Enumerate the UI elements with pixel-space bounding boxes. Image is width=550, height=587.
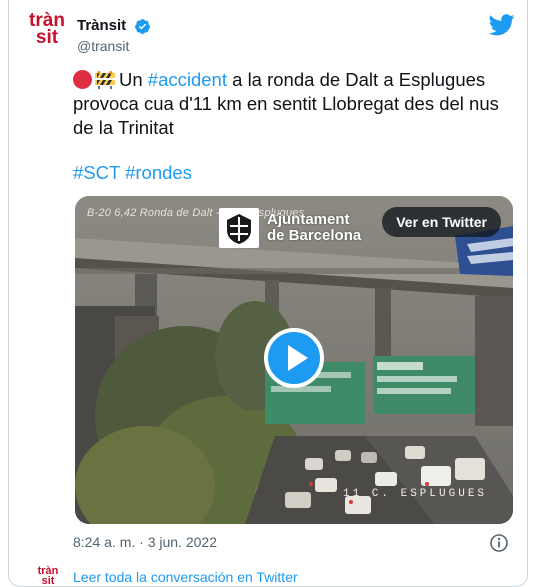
ajuntament-brand: Ajuntament de Barcelona [219,208,361,248]
footer-avatar-line2: sit [41,575,55,587]
verified-badge-icon [134,18,150,34]
red-circle-emoji [73,70,92,89]
tweet-text-pre: Un [119,69,148,90]
ajuntament-line1: Ajuntament [267,211,350,228]
author-block: Trànsit @transit [77,16,151,55]
twitter-bird-icon[interactable] [489,14,515,36]
video-player[interactable]: B-20 6,42 Ronda de Dalt - Ctra. Esplugue… [75,196,513,524]
hashtag-accident-link[interactable]: #accident [148,69,227,90]
hashtag-rondes-link[interactable]: #rondes [125,162,192,183]
camera-footer: 11 C. ESPLUGUES [343,488,488,500]
tweet-card: tràn sit Trànsit @transit Un #accident a… [8,0,528,587]
read-conversation-link[interactable]: Leer toda la conversación en Twitter [73,569,298,585]
display-name[interactable]: Trànsit [77,16,126,36]
play-icon[interactable] [264,328,324,388]
watch-on-twitter-button[interactable]: Ver en Twitter [382,207,501,237]
tweet-timestamp[interactable]: 8:24 a. m. · 3 jun. 2022 [73,534,217,550]
tweet-text: Un #accident a la ronda de Dalt a Esplug… [73,68,523,140]
hashtag-sct-link[interactable]: #SCT [73,162,120,183]
avatar[interactable]: tràn sit [25,11,69,60]
avatar-line2: sit [35,27,59,48]
construction-barrier-emoji [95,71,115,89]
footer-avatar[interactable]: tràn sit [33,566,63,587]
ajuntament-logo-icon [219,208,259,248]
info-icon[interactable] [489,533,509,553]
ajuntament-text: Ajuntament de Barcelona [267,212,361,244]
tweet-header: tràn sit Trànsit @transit [25,11,515,60]
hashtag-line: #SCT #rondes [73,161,192,185]
ajuntament-line2: de Barcelona [267,227,362,244]
handle[interactable]: @transit [77,37,151,55]
